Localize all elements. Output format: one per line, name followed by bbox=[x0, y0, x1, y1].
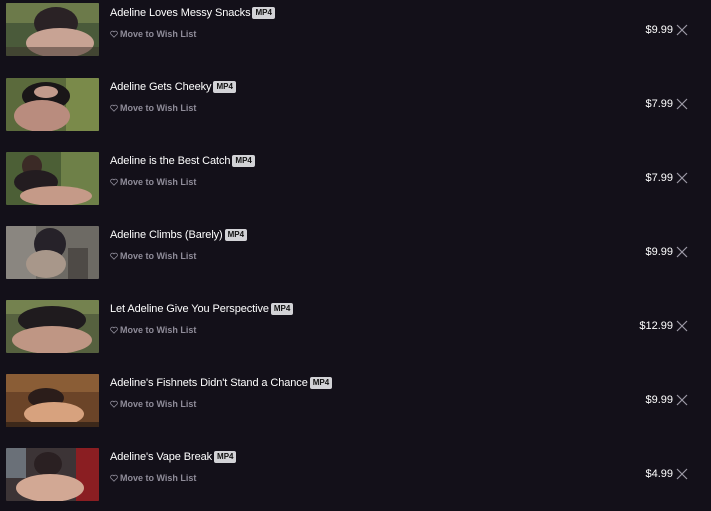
format-badge: MP4 bbox=[252, 7, 275, 19]
cart-item: Adeline Climbs (Barely) MP4 Move to Wish… bbox=[0, 222, 711, 296]
move-to-wishlist-button[interactable]: Move to Wish List bbox=[110, 29, 196, 39]
product-thumbnail[interactable] bbox=[6, 226, 99, 279]
product-thumbnail[interactable] bbox=[6, 300, 99, 353]
item-title[interactable]: Adeline Loves Messy Snacks bbox=[110, 7, 251, 19]
item-title[interactable]: Adeline's Fishnets Didn't Stand a Chance bbox=[110, 377, 308, 389]
move-to-wishlist-button[interactable]: Move to Wish List bbox=[110, 251, 196, 261]
heart-outline-icon bbox=[110, 178, 118, 186]
wishlist-label: Move to Wish List bbox=[120, 103, 197, 113]
item-price: $9.99 bbox=[645, 246, 673, 258]
format-badge: MP4 bbox=[213, 81, 236, 93]
cart-item: Adeline is the Best Catch MP4 Move to Wi… bbox=[0, 148, 711, 222]
heart-outline-icon bbox=[110, 252, 118, 260]
move-to-wishlist-button[interactable]: Move to Wish List bbox=[110, 103, 196, 113]
move-to-wishlist-button[interactable]: Move to Wish List bbox=[110, 325, 196, 335]
move-to-wishlist-button[interactable]: Move to Wish List bbox=[110, 177, 196, 187]
item-title-row: Adeline's Fishnets Didn't Stand a Chance… bbox=[110, 377, 333, 389]
cart-item: Adeline's Fishnets Didn't Stand a Chance… bbox=[0, 370, 711, 444]
close-icon[interactable] bbox=[676, 246, 688, 258]
format-badge: MP4 bbox=[224, 229, 248, 241]
item-title[interactable]: Adeline Climbs (Barely) bbox=[110, 229, 223, 241]
product-thumbnail[interactable] bbox=[6, 3, 99, 56]
item-title[interactable]: Adeline's Vape Break bbox=[110, 451, 212, 463]
item-title-row: Adeline is the Best Catch MP4 bbox=[110, 155, 255, 167]
wishlist-label: Move to Wish List bbox=[120, 399, 197, 409]
wishlist-label: Move to Wish List bbox=[120, 177, 197, 187]
cart-item: Adeline's Vape Break MP4 Move to Wish Li… bbox=[0, 444, 711, 511]
close-icon[interactable] bbox=[676, 98, 688, 110]
wishlist-label: Move to Wish List bbox=[120, 473, 197, 483]
close-icon[interactable] bbox=[676, 468, 688, 480]
cart-item: Let Adeline Give You Perspective MP4 Mov… bbox=[0, 296, 711, 370]
item-title[interactable]: Adeline is the Best Catch bbox=[110, 155, 231, 167]
format-badge: MP4 bbox=[270, 303, 294, 315]
item-title-row: Adeline Loves Messy Snacks MP4 bbox=[110, 7, 275, 19]
item-price: $7.99 bbox=[645, 98, 673, 110]
product-thumbnail[interactable] bbox=[6, 374, 99, 427]
item-price: $7.99 bbox=[645, 172, 673, 184]
close-icon[interactable] bbox=[676, 394, 688, 406]
heart-outline-icon bbox=[110, 30, 118, 38]
close-icon[interactable] bbox=[676, 24, 688, 36]
heart-outline-icon bbox=[110, 326, 118, 334]
cart-item: Adeline Loves Messy Snacks MP4 Move to W… bbox=[0, 0, 711, 74]
close-icon[interactable] bbox=[676, 320, 688, 332]
product-thumbnail[interactable] bbox=[6, 78, 99, 131]
format-badge: MP4 bbox=[309, 377, 333, 389]
wishlist-label: Move to Wish List bbox=[120, 325, 197, 335]
format-badge: MP4 bbox=[214, 451, 237, 463]
move-to-wishlist-button[interactable]: Move to Wish List bbox=[110, 473, 196, 483]
item-price: $9.99 bbox=[645, 24, 673, 36]
item-title-row: Let Adeline Give You Perspective MP4 bbox=[110, 303, 294, 315]
close-icon[interactable] bbox=[676, 172, 688, 184]
heart-outline-icon bbox=[110, 400, 118, 408]
cart-item-list: Adeline Loves Messy Snacks MP4 Move to W… bbox=[0, 0, 711, 511]
item-price: $12.99 bbox=[639, 320, 673, 332]
product-thumbnail[interactable] bbox=[6, 152, 99, 205]
item-title[interactable]: Adeline Gets Cheeky bbox=[110, 81, 212, 93]
item-title-row: Adeline's Vape Break MP4 bbox=[110, 451, 237, 463]
product-thumbnail[interactable] bbox=[6, 448, 99, 501]
heart-outline-icon bbox=[110, 104, 118, 112]
wishlist-label: Move to Wish List bbox=[120, 251, 197, 261]
format-badge: MP4 bbox=[232, 155, 255, 167]
cart-item: Adeline Gets Cheeky MP4 Move to Wish Lis… bbox=[0, 74, 711, 148]
item-title[interactable]: Let Adeline Give You Perspective bbox=[110, 303, 269, 315]
wishlist-label: Move to Wish List bbox=[120, 29, 197, 39]
item-price: $4.99 bbox=[645, 468, 673, 480]
move-to-wishlist-button[interactable]: Move to Wish List bbox=[110, 399, 196, 409]
item-title-row: Adeline Climbs (Barely) MP4 bbox=[110, 229, 248, 241]
item-price: $9.99 bbox=[645, 394, 673, 406]
item-title-row: Adeline Gets Cheeky MP4 bbox=[110, 81, 236, 93]
heart-outline-icon bbox=[110, 474, 118, 482]
